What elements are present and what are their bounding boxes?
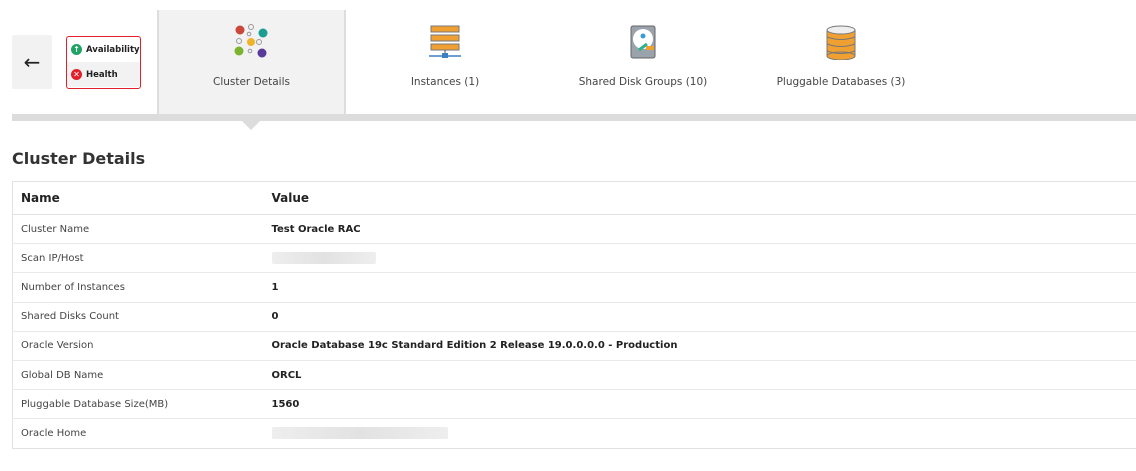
row-value-redacted	[271, 243, 1136, 273]
table-row: Oracle Version Oracle Database 19c Standa…	[12, 330, 1136, 361]
row-name: Scan IP/Host	[12, 243, 272, 273]
health-status[interactable]: ✕ Health	[67, 62, 140, 87]
row-name: Number of Instances	[12, 272, 272, 303]
database-icon	[826, 25, 856, 60]
availability-status[interactable]: ↑ Availability	[67, 37, 140, 62]
tab-instances[interactable]: Instances (1)	[346, 10, 544, 114]
table-row: Global DB Name ORCL	[12, 359, 1136, 390]
row-name: Pluggable Database Size(MB)	[12, 389, 272, 419]
table-row: Number of Instances 1	[12, 272, 1136, 303]
row-name: Shared Disks Count	[12, 301, 272, 332]
row-value: ORCL	[271, 359, 1136, 390]
table-row: Scan IP/Host	[12, 243, 1136, 273]
hard-disk-icon	[630, 25, 656, 59]
back-button[interactable]: ←	[12, 35, 52, 89]
row-name: Oracle Home	[12, 418, 272, 448]
cluster-details-table: Name Value Cluster Name Test Oracle RAC Sc…	[12, 181, 1136, 449]
tab-shared-disk-groups[interactable]: Shared Disk Groups (10)	[544, 10, 742, 114]
row-value: 0	[271, 301, 1136, 332]
cluster-icon	[234, 24, 267, 58]
arrow-left-icon: ←	[23, 50, 41, 74]
active-tab-pointer	[242, 121, 260, 130]
tab-pluggable-databases[interactable]: Pluggable Databases (3)	[742, 10, 940, 114]
section-title: Cluster Details	[12, 149, 146, 168]
error-x-icon: ✕	[71, 69, 82, 80]
table-row: Oracle Home	[12, 418, 1136, 448]
row-name: Oracle Version	[12, 330, 272, 361]
column-header-name: Name	[12, 181, 272, 215]
row-value: Oracle Database 19c Standard Edition 2 R…	[271, 330, 1136, 361]
tab-cluster-details[interactable]: Cluster Details	[157, 10, 346, 114]
table-row: Pluggable Database Size(MB) 1560	[12, 389, 1136, 419]
tab-underline-bar	[12, 114, 1136, 121]
row-name: Global DB Name	[12, 359, 272, 390]
status-panel: ↑ Availability ✕ Health	[66, 36, 141, 89]
row-value-redacted	[271, 418, 1136, 448]
table-row: Cluster Name Test Oracle RAC	[12, 213, 1136, 244]
arrow-up-icon: ↑	[71, 44, 82, 55]
row-value: 1560	[271, 389, 1136, 419]
row-value: Test Oracle RAC	[271, 213, 1136, 244]
row-value: 1	[271, 272, 1136, 303]
table-row: Shared Disks Count 0	[12, 301, 1136, 332]
row-name: Cluster Name	[12, 213, 272, 244]
column-header-value: Value	[271, 181, 1136, 215]
server-icon	[429, 25, 461, 58]
